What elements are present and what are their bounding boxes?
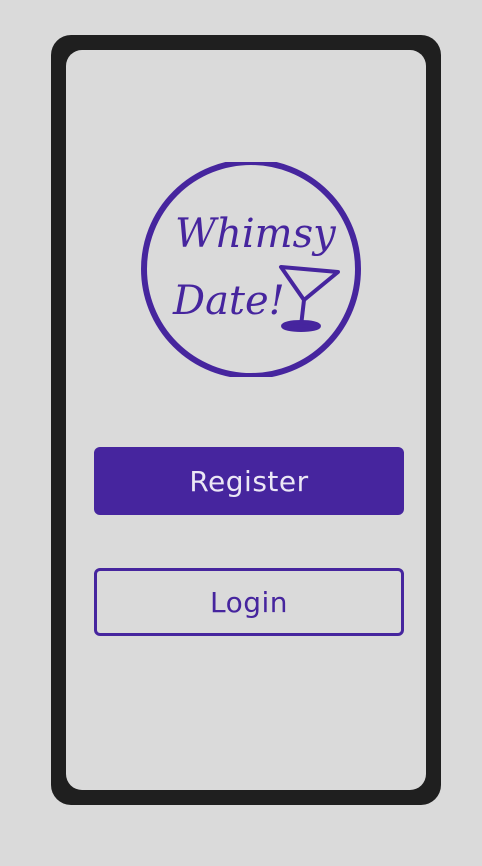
login-button[interactable]: Login [94, 568, 404, 636]
device-frame: Whimsy Date! Register Login [51, 35, 441, 805]
app-viewport: Whimsy Date! Register Login [0, 0, 482, 866]
martini-glass-icon [279, 265, 340, 332]
app-logo: Whimsy Date! [141, 162, 361, 377]
welcome-screen: Whimsy Date! Register Login [66, 50, 426, 790]
logo-line-2: Date! [172, 278, 285, 324]
register-button[interactable]: Register [94, 447, 404, 515]
logo-line-1: Whimsy [175, 211, 337, 257]
